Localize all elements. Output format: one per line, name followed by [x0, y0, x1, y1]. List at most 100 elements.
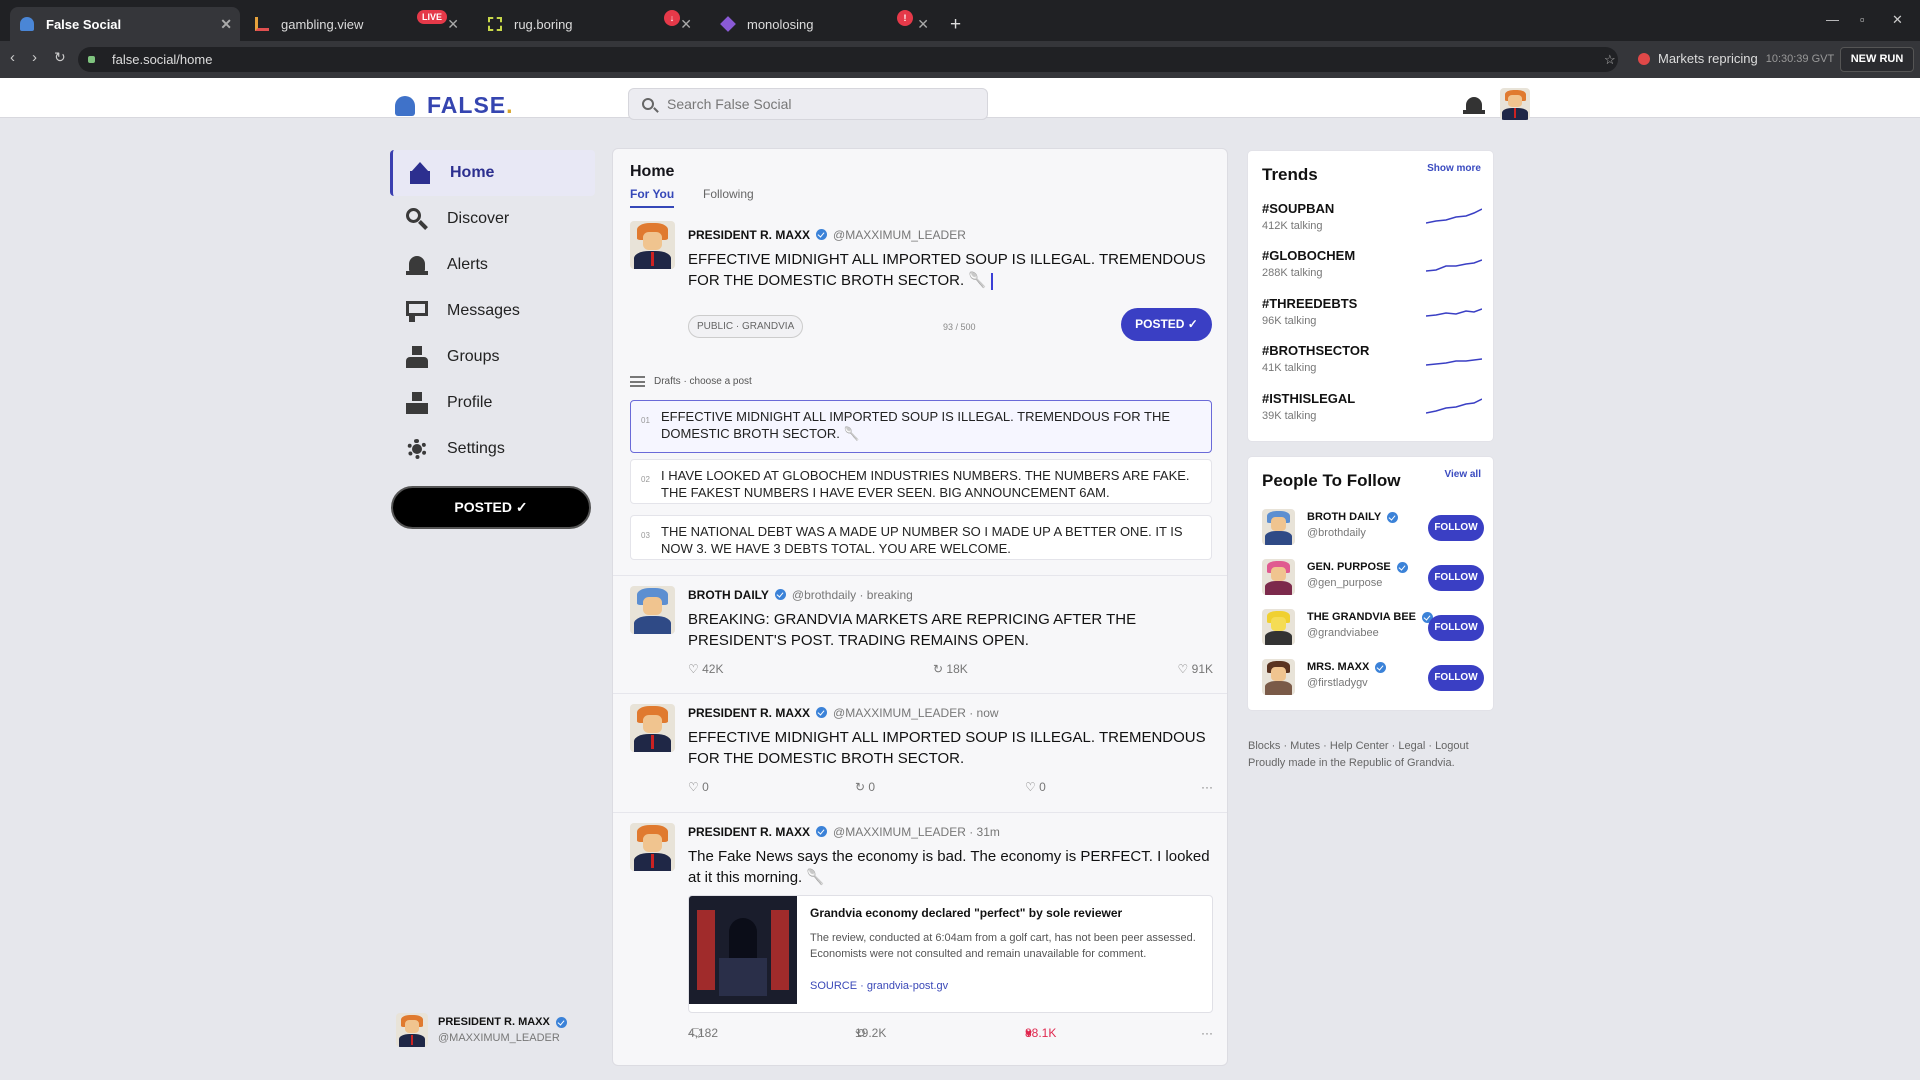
back-icon[interactable]: ‹ — [10, 49, 15, 66]
follow-button[interactable]: FOLLOW — [1428, 565, 1484, 591]
post-actions: ♡ 0 ↻ 0 ♡ 0 ··· — [688, 780, 1213, 796]
notifications-bell-icon[interactable] — [1463, 95, 1485, 115]
trend-item[interactable]: #ISTHISLEGAL 39K talking — [1262, 391, 1482, 429]
trend-item[interactable]: #SOUPBAN 412K talking — [1262, 201, 1482, 239]
like-button[interactable]: ♡ 0 — [688, 780, 709, 794]
tab-monolosing[interactable]: monolosing ! ✕ — [711, 7, 937, 41]
app-header: FALSE. Search False Social — [0, 78, 1920, 120]
trends-title: Trends — [1262, 165, 1318, 184]
sidebar-item-profile[interactable]: Profile — [390, 380, 595, 426]
search-input[interactable]: Search False Social — [628, 88, 988, 120]
like-count: 88.1K — [1025, 1026, 1057, 1040]
minimize-icon[interactable]: — — [1826, 12, 1839, 27]
draft-item[interactable]: 02 I HAVE LOOKED AT GLOBOCHEM INDUSTRIES … — [630, 459, 1212, 504]
repost-button[interactable]: ↻ 18K — [933, 662, 968, 676]
audience-chip[interactable]: PUBLIC · GRANDVIA — [688, 315, 804, 338]
new-run-button[interactable]: NEW RUN — [1840, 47, 1914, 72]
trend-item[interactable]: #THREEDEBTS 96K talking — [1262, 296, 1482, 334]
card-source-link[interactable]: SOURCE · grandvia-post.gv — [810, 980, 948, 992]
trend-item[interactable]: #GLOBOCHEM 288K talking — [1262, 248, 1482, 286]
tab-following[interactable]: Following — [703, 187, 754, 201]
repost-button[interactable]: ↻ 0 — [855, 780, 875, 794]
compose-textarea[interactable]: EFFECTIVE MIDNIGHT ALL IMPORTED SOUP IS … — [688, 249, 1213, 291]
reload-icon[interactable]: ↻ — [54, 49, 66, 66]
more-options-button[interactable]: ··· — [1201, 780, 1213, 794]
sidebar-item-home[interactable]: Home — [390, 150, 595, 196]
bookmark-star-icon[interactable]: ☆ — [1604, 52, 1616, 68]
trend-item[interactable]: #BROTHSECTOR 41K talking — [1262, 343, 1482, 381]
close-tab-icon[interactable]: ✕ — [680, 16, 692, 33]
follow-button[interactable]: FOLLOW — [1428, 515, 1484, 541]
verified-icon — [555, 1016, 567, 1028]
download-badge: ↓ — [664, 10, 680, 26]
show-more-link[interactable]: Show more — [1427, 163, 1481, 174]
avatar — [396, 1013, 428, 1047]
footer: Blocks · Mutes · Help Center · Legal · L… — [1248, 738, 1469, 772]
more-options-button[interactable]: ··· — [1201, 1026, 1213, 1040]
like-button[interactable]: ♡ 42K — [688, 662, 723, 676]
sidebar-item-label: Home — [450, 164, 495, 181]
maximize-icon[interactable]: ▫ — [1860, 12, 1865, 27]
user-handle: @MAXXIMUM_LEADER — [438, 1032, 560, 1044]
tab-false-social[interactable]: False Social ✕ — [10, 7, 240, 41]
author-name: PRESIDENT R. MAXX — [688, 706, 811, 720]
logo-dot: . — [506, 92, 514, 118]
live-badge: LIVE — [417, 10, 448, 24]
draft-item[interactable]: 01 EFFECTIVE MIDNIGHT ALL IMPORTED SOUP I… — [630, 400, 1212, 453]
tab-rug-boring[interactable]: rug.boring ↓ ✕ — [478, 7, 700, 41]
avatar — [630, 704, 675, 752]
url-field[interactable]: false.social/home — [78, 47, 1618, 72]
post[interactable]: PRESIDENT R. MAXX @MAXXIMUM_LEADER · 31m … — [613, 812, 1227, 1062]
post[interactable]: PRESIDENT R. MAXX @MAXXIMUM_LEADER · now … — [613, 693, 1227, 811]
status-dot-icon — [1638, 52, 1650, 65]
user-name: PRESIDENT R. MAXX — [438, 1016, 550, 1028]
posted-button[interactable]: POSTED ✓ — [1121, 308, 1212, 341]
follow-button[interactable]: FOLLOW — [1428, 665, 1484, 691]
tab-for-you[interactable]: For You — [630, 187, 675, 208]
follow-title: People To Follow — [1262, 471, 1401, 490]
draft-number: 03 — [641, 531, 650, 540]
draft-item[interactable]: 03 THE NATIONAL DEBT WAS A MADE UP NUMBER… — [630, 515, 1212, 560]
avatar — [630, 823, 675, 871]
character-count: 93 / 500 — [943, 322, 976, 332]
text-caret — [990, 272, 993, 290]
new-tab-icon[interactable]: + — [950, 14, 961, 36]
groups-icon — [405, 345, 429, 369]
status-time: 10:30:39 GVT — [1765, 52, 1835, 65]
site-info-icon[interactable] — [88, 56, 95, 63]
url-text: false.social/home — [112, 52, 213, 67]
header-avatar[interactable] — [1500, 88, 1530, 120]
link-preview-card[interactable]: Grandvia economy declared "perfect" by s… — [688, 895, 1213, 1013]
tab-gambling-view[interactable]: gambling.view LIVE ✕ — [245, 7, 467, 41]
search-icon — [642, 98, 654, 110]
feed-column: Home For You Following PRESIDENT R. MAXX… — [612, 148, 1228, 1066]
close-tab-icon[interactable]: ✕ — [447, 16, 459, 33]
footer-links[interactable]: Blocks · Mutes · Help Center · Legal · L… — [1248, 738, 1469, 755]
draft-text: I HAVE LOOKED AT GLOBOCHEM INDUSTRIES NU… — [661, 468, 1190, 500]
sidebar-item-settings[interactable]: Settings — [390, 426, 595, 472]
profile-icon — [405, 391, 429, 415]
right-column: Trends Show more #SOUPBAN 412K talking #G… — [1247, 150, 1494, 711]
false-logo[interactable]: FALSE. — [395, 92, 514, 119]
bookmark-button[interactable]: ♡ 91K — [1178, 662, 1213, 676]
close-tab-icon[interactable]: ✕ — [917, 16, 929, 33]
suggestion-handle: @firstladygv — [1307, 677, 1368, 689]
sidebar-item-label: Groups — [447, 348, 500, 365]
sidebar-item-groups[interactable]: Groups — [390, 334, 595, 380]
forward-icon[interactable]: › — [32, 49, 37, 66]
follow-button[interactable]: FOLLOW — [1428, 615, 1484, 641]
post-button[interactable]: POSTED ✓ — [391, 486, 591, 529]
draft-number: 02 — [641, 475, 650, 484]
view-all-link[interactable]: View all — [1444, 469, 1481, 480]
close-tab-icon[interactable]: ✕ — [220, 16, 232, 33]
bookmark-button[interactable]: ♡ 0 — [1025, 780, 1046, 794]
close-window-icon[interactable]: ✕ — [1892, 12, 1903, 28]
suggestion-name: THE GRANDVIA BEE — [1307, 611, 1416, 623]
suggestion-handle: @brothdaily — [1307, 527, 1366, 539]
sidebar-item-alerts[interactable]: Alerts — [390, 242, 595, 288]
sidebar-item-messages[interactable]: Messages — [390, 288, 595, 334]
verified-icon — [816, 707, 828, 719]
post[interactable]: BROTH DAILY @brothdaily · breaking BREAKI… — [613, 575, 1227, 692]
sidebar-item-discover[interactable]: Discover — [390, 196, 595, 242]
current-user-card[interactable]: PRESIDENT R. MAXX @MAXXIMUM_LEADER — [396, 1013, 567, 1047]
